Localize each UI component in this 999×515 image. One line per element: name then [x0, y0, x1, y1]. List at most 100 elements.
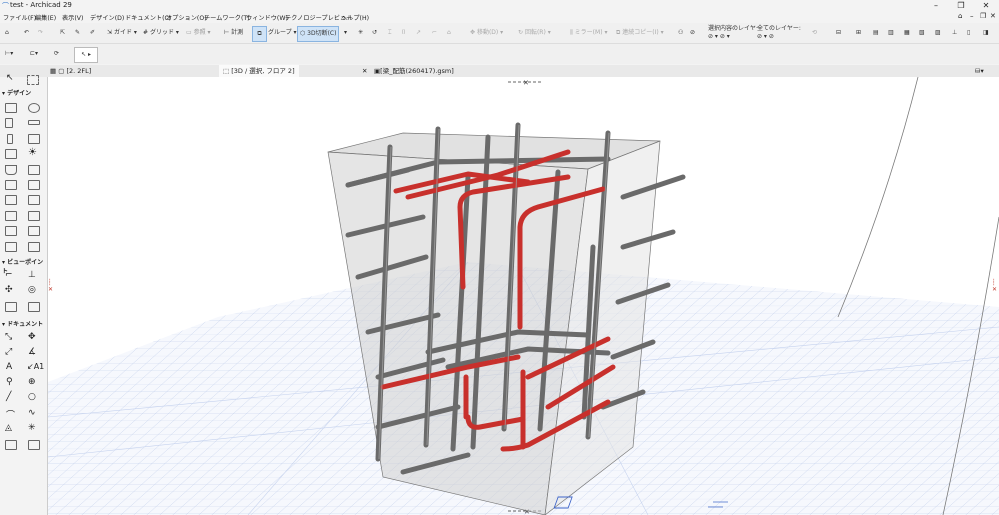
skylight-tool-icon[interactable]	[5, 226, 17, 236]
camera-tool-icon[interactable]	[28, 302, 40, 312]
menu-options[interactable]: オプション(O)	[166, 13, 207, 22]
stair-tool-icon[interactable]	[28, 180, 40, 190]
menu-view[interactable]: 表示(V)	[62, 13, 83, 22]
right-edge-marker[interactable]: ┆ ✕	[992, 279, 998, 309]
layer-combo-icon[interactable]: ⊏▾	[30, 47, 40, 61]
interior-elevation-tool-icon[interactable]: ✣	[5, 285, 13, 295]
text-tool-icon[interactable]: A	[6, 362, 12, 372]
polyline-tool-icon[interactable]: ⌒	[6, 408, 15, 421]
menu-design[interactable]: デザイン(D)	[90, 13, 124, 22]
guide-button[interactable]: ⇲ ガイド ▾	[107, 26, 137, 40]
rotate-view-icon[interactable]: ⟳	[54, 47, 64, 61]
view-option-6-icon[interactable]: ⊥	[952, 26, 962, 40]
close-button[interactable]: ✕	[977, 0, 995, 12]
zone-tool-icon[interactable]	[28, 211, 40, 221]
select-arrow-icon[interactable]: ⇱	[60, 26, 70, 40]
drawing-tool-icon[interactable]	[5, 440, 17, 450]
label-tool-icon[interactable]: ↙A1	[27, 362, 44, 371]
menu-teamwork[interactable]: チームワーク(T)	[204, 13, 250, 22]
curtain-wall-tool-icon[interactable]	[28, 103, 40, 113]
split-icon[interactable]: ⌂	[447, 26, 457, 40]
minimize-button[interactable]: –	[927, 0, 945, 12]
menu-edit[interactable]: 編集(E)	[35, 13, 56, 22]
rotate-button[interactable]: ↻ 回転(R) ▾	[518, 26, 551, 40]
cut-3d-button[interactable]: ⬡ 3D切断(C)	[297, 26, 340, 42]
navigator-icon[interactable]: ⛁▾	[975, 65, 984, 77]
view-option-8-icon[interactable]: ◨	[983, 26, 993, 40]
show-hide-icon[interactable]: ⚇	[678, 26, 688, 40]
left-edge-marker[interactable]: ┆ ✕	[48, 279, 54, 309]
trim-icon[interactable]: ⌐	[432, 26, 442, 40]
hotspot-tool-icon[interactable]: ◬	[5, 423, 12, 433]
home-icon[interactable]: ⌂	[5, 26, 15, 40]
level-dimension-tool-icon[interactable]: ✥	[28, 332, 36, 342]
morph-tool-icon[interactable]	[28, 195, 40, 205]
worksheet-tool-icon[interactable]: ◎	[28, 285, 36, 295]
view-option-4-icon[interactable]: ▧	[919, 26, 929, 40]
tab-floor-plan[interactable]: ▦ ▢ [2. 2FL]	[50, 65, 91, 77]
door-tool-icon[interactable]	[7, 134, 13, 144]
tab-object-editor[interactable]: ▣[梁_配筋(260417).gsm]	[374, 65, 454, 77]
menu-file[interactable]: ファイル(F)	[3, 13, 36, 22]
beam-tool-icon[interactable]	[28, 120, 40, 125]
magic-wand-icon[interactable]: ✳	[358, 26, 368, 40]
section-marker-top[interactable]: ✕	[508, 79, 541, 87]
mirror-button[interactable]: ⫼ ミラー(M) ▾	[570, 26, 607, 40]
document-section-header[interactable]: ▾ ドキュメント	[2, 319, 43, 328]
drag-icon[interactable]: ⌶	[388, 26, 398, 40]
design-section-header[interactable]: ▾ デザイン	[2, 88, 31, 97]
trace-icon[interactable]: ⟲	[812, 26, 822, 40]
angle-dimension-tool-icon[interactable]: ∡	[28, 347, 36, 357]
move-button[interactable]: ✥ 移動(D) ▾	[470, 26, 503, 40]
suspend-groups-icon[interactable]: ⧉	[252, 26, 267, 42]
undo-icon[interactable]: ↶	[24, 26, 34, 40]
menu-help[interactable]: ヘルプ(H)	[341, 13, 369, 22]
3d-model-canvas[interactable]: ✕ ✕	[48, 77, 999, 515]
view-option-1-icon[interactable]: ▤	[873, 26, 883, 40]
grid-button[interactable]: # グリッド ▾	[143, 26, 179, 40]
restore-doc-icon[interactable]: ❐	[980, 12, 986, 20]
layers-icon[interactable]: ⊘	[690, 26, 700, 40]
wall-tool-icon[interactable]	[5, 103, 17, 113]
lasso-icon[interactable]: ↺	[372, 26, 382, 40]
grid-element-tool-icon[interactable]: ⊕	[28, 377, 36, 387]
column-tool-icon[interactable]	[5, 118, 13, 128]
line-tool-icon[interactable]: ╱	[6, 392, 11, 402]
view-option-7-icon[interactable]: ▯	[967, 26, 977, 40]
view-option-5-icon[interactable]: ▨	[935, 26, 945, 40]
redo-icon[interactable]: ↷	[38, 26, 48, 40]
reference-button[interactable]: ▭ 参照 ▾	[186, 26, 211, 40]
fill-tool-icon[interactable]: ⚲	[6, 377, 13, 387]
shell-tool-icon[interactable]	[28, 165, 40, 175]
elevation-tool-icon[interactable]: ⊥	[28, 270, 36, 280]
marquee-tool-icon[interactable]	[27, 75, 39, 85]
stretch-icon[interactable]: ⌷	[402, 26, 412, 40]
radial-dimension-tool-icon[interactable]: ⤢	[5, 347, 12, 357]
menu-window[interactable]: ウィンドウ(W)	[246, 13, 288, 22]
roof-tool-icon[interactable]	[5, 165, 17, 175]
object-tool-icon[interactable]	[5, 149, 17, 159]
beam-connector-tool-icon[interactable]	[5, 242, 17, 252]
opening-tool-icon[interactable]	[28, 226, 40, 236]
home-icon[interactable]: ⌂	[958, 12, 962, 20]
spline-tool-icon[interactable]: ∿	[28, 408, 36, 418]
multiply-button[interactable]: ⧉ 連続コピー(I) ▾	[616, 26, 664, 40]
column-connector-tool-icon[interactable]	[28, 242, 40, 252]
section-tool-icon[interactable]: ⌐	[5, 270, 13, 280]
pointer-mode-dropdown[interactable]: ↖ ▸	[74, 47, 98, 63]
maximize-button[interactable]: ❐	[952, 0, 970, 12]
measure-button[interactable]: ⊢ 計測	[224, 26, 243, 40]
close-3d-tab-icon[interactable]: ✕	[362, 65, 367, 77]
slab-tool-icon[interactable]	[5, 180, 17, 190]
close-doc-icon[interactable]: ✕	[990, 12, 996, 20]
change-tool-icon[interactable]	[28, 440, 40, 450]
syringe-icon[interactable]: ✐	[90, 26, 100, 40]
railing-tool-icon[interactable]	[5, 195, 17, 205]
circle-tool-icon[interactable]: ○	[28, 392, 36, 402]
story-settings-icon[interactable]: ⊢▾	[5, 47, 15, 61]
figure-tool-icon[interactable]: ✳	[28, 423, 36, 433]
dimension-tool-icon[interactable]: ⤡	[5, 332, 12, 342]
view-option-2-icon[interactable]: ▥	[888, 26, 898, 40]
eyedropper-icon[interactable]: ✎	[75, 26, 85, 40]
view-option-3-icon[interactable]: ▦	[904, 26, 914, 40]
